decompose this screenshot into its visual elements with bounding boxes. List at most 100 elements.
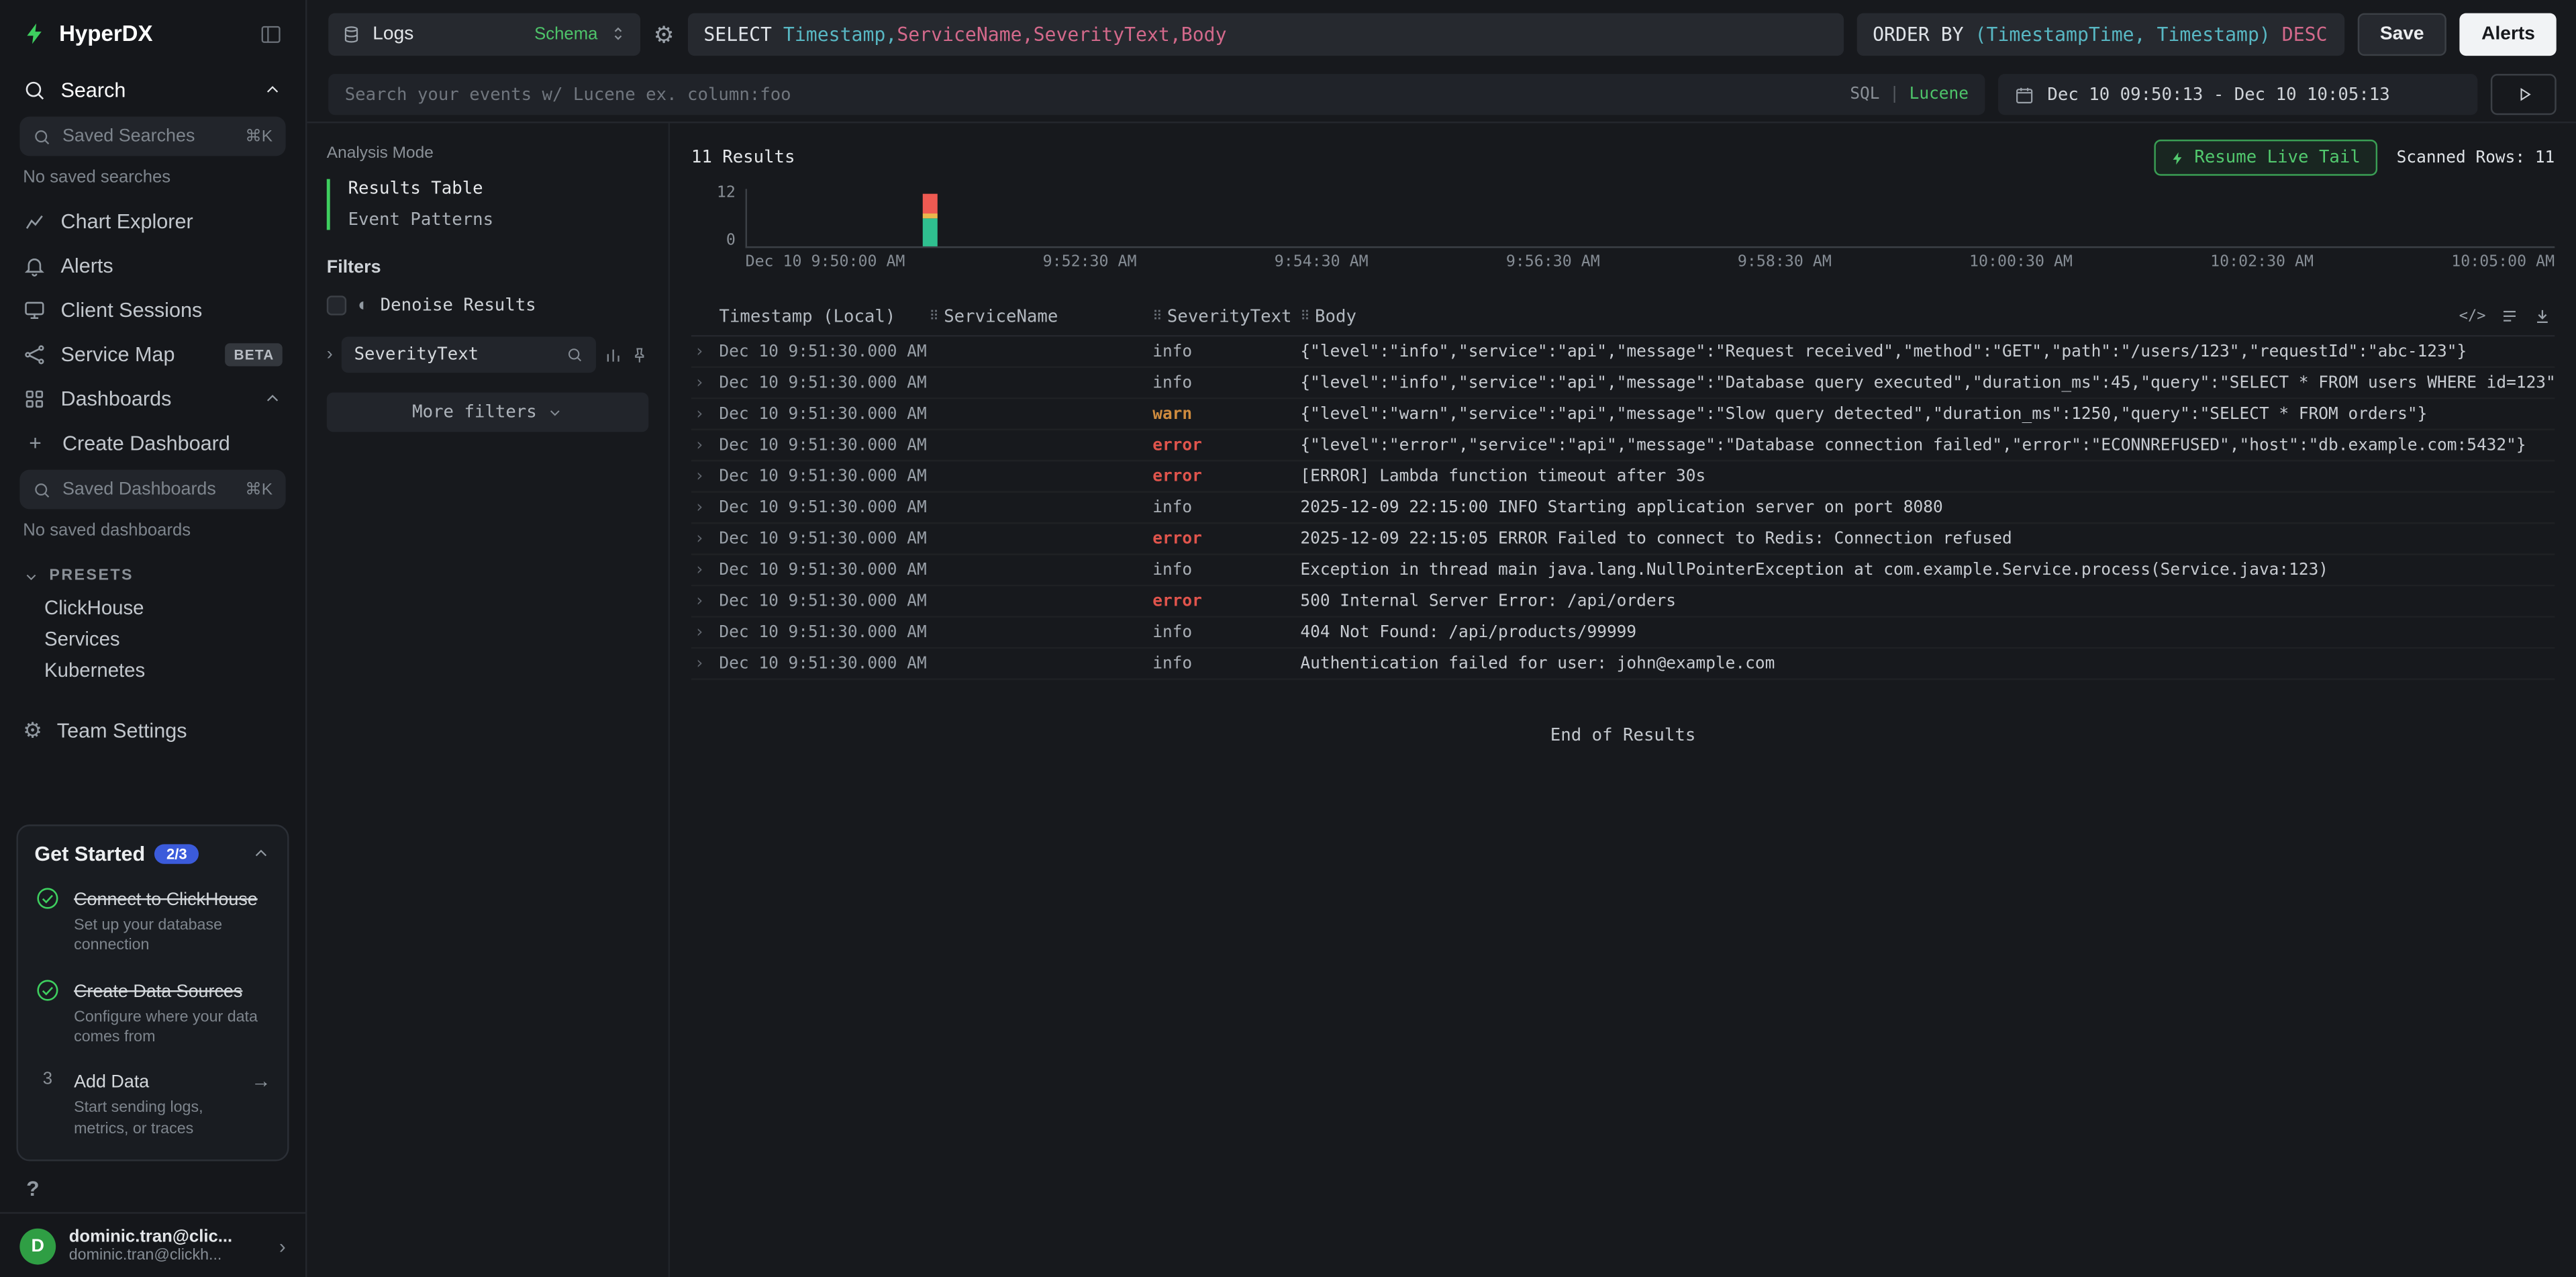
expand-row-icon[interactable]: › bbox=[695, 655, 705, 673]
sidebar-item-label: Search bbox=[61, 78, 126, 101]
sidebar-item-chart-explorer[interactable]: Chart Explorer bbox=[0, 199, 305, 243]
download-icon[interactable] bbox=[2533, 307, 2551, 325]
create-dashboard-button[interactable]: + Create Dashboard bbox=[0, 420, 305, 465]
chevron-up-icon[interactable] bbox=[251, 844, 270, 863]
select-clause-input[interactable]: SELECT Timestamp,ServiceName,SeverityTex… bbox=[687, 12, 1843, 55]
cell-severity: error bbox=[1152, 530, 1300, 548]
mode-event-patterns[interactable]: Event Patterns bbox=[348, 210, 649, 230]
denoise-results-toggle[interactable]: ◐ Denoise Results bbox=[327, 295, 648, 315]
order-by-input[interactable]: ORDER BY (TimestampTime, Timestamp) DESC bbox=[1856, 12, 2344, 55]
expand-row-icon[interactable]: › bbox=[695, 405, 705, 423]
results-panel: 11 Results Resume Live Tail Scanned Rows… bbox=[670, 123, 2576, 1277]
app-logo[interactable]: HyperDX bbox=[23, 21, 152, 46]
sidebar-item-label: Client Sessions bbox=[61, 298, 203, 321]
table-row[interactable]: › Dec 10 9:51:30.000 AM info 404 Not Fou… bbox=[691, 618, 2555, 649]
filter-search-icon[interactable] bbox=[566, 346, 583, 363]
preset-item-clickhouse[interactable]: ClickHouse bbox=[0, 592, 305, 622]
collapse-sidebar-icon[interactable] bbox=[259, 22, 282, 45]
help-button[interactable]: ? bbox=[0, 1168, 305, 1212]
table-row[interactable]: › Dec 10 9:51:30.000 AM error [ERROR] La… bbox=[691, 461, 2555, 492]
table-row[interactable]: › Dec 10 9:51:30.000 AM info {"level":"i… bbox=[691, 336, 2555, 367]
drag-handle-icon[interactable]: ⠿ bbox=[1300, 309, 1308, 324]
col-header-severitytext[interactable]: ⠿SeverityText bbox=[1152, 306, 1300, 326]
sql-column-severitytext: SeverityText, bbox=[1034, 22, 1181, 45]
code-view-icon[interactable]: </> bbox=[2459, 308, 2486, 324]
cell-timestamp: Dec 10 9:51:30.000 AM bbox=[719, 374, 929, 392]
run-query-button[interactable] bbox=[2491, 74, 2557, 115]
date-range-picker[interactable]: Dec 10 09:50:13 - Dec 10 10:05:13 bbox=[1998, 74, 2477, 115]
get-started-step-add-data[interactable]: 3 Add Data Start sending logs, metrics, … bbox=[34, 1066, 270, 1139]
alerts-button[interactable]: Alerts bbox=[2460, 12, 2556, 55]
lucene-mode-toggle[interactable]: Lucene bbox=[1910, 85, 1969, 103]
sidebar-item-service-map[interactable]: Service Map BETA bbox=[0, 332, 305, 376]
presets-label: PRESETS bbox=[49, 567, 134, 585]
expand-row-icon[interactable]: › bbox=[695, 498, 705, 516]
sidebar-item-alerts[interactable]: Alerts bbox=[0, 243, 305, 287]
drag-handle-icon[interactable]: ⠿ bbox=[1152, 309, 1160, 324]
table-row[interactable]: › Dec 10 9:51:30.000 AM error 500 Intern… bbox=[691, 586, 2555, 617]
chevron-right-icon[interactable]: › bbox=[327, 345, 333, 365]
expand-row-icon[interactable]: › bbox=[695, 342, 705, 361]
chevron-up-icon[interactable] bbox=[262, 80, 282, 99]
sidebar-header: HyperDX bbox=[0, 0, 305, 67]
preset-item-kubernetes[interactable]: Kubernetes bbox=[0, 654, 305, 685]
expand-row-icon[interactable]: › bbox=[695, 436, 705, 454]
filter-chart-icon[interactable] bbox=[604, 346, 622, 364]
saved-dashboards-input[interactable]: Saved Dashboards ⌘K bbox=[19, 470, 285, 510]
histogram-plot[interactable] bbox=[746, 189, 2555, 248]
table-row[interactable]: › Dec 10 9:51:30.000 AM info 2025-12-09 … bbox=[691, 493, 2555, 524]
table-row[interactable]: › Dec 10 9:51:30.000 AM info Authenticat… bbox=[691, 649, 2555, 679]
mode-results-table[interactable]: Results Table bbox=[348, 179, 649, 199]
save-button[interactable]: Save bbox=[2357, 12, 2447, 55]
expand-row-icon[interactable]: › bbox=[695, 467, 705, 485]
sql-mode-toggle[interactable]: SQL bbox=[1850, 85, 1879, 103]
user-menu[interactable]: D dominic.tran@clic... dominic.tran@clic… bbox=[0, 1212, 305, 1277]
col-header-timestamp[interactable]: Timestamp (Local) bbox=[719, 306, 929, 326]
step-desc: Configure where your data comes from bbox=[74, 1008, 271, 1048]
drag-handle-icon[interactable]: ⠿ bbox=[930, 309, 938, 324]
expand-row-icon[interactable]: › bbox=[695, 561, 705, 579]
sidebar-item-client-sessions[interactable]: Client Sessions bbox=[0, 287, 305, 332]
cell-timestamp: Dec 10 9:51:30.000 AM bbox=[719, 561, 929, 579]
severity-filter-pill[interactable]: SeverityText bbox=[341, 336, 596, 373]
get-started-step-connect[interactable]: Connect to ClickHouse Set up your databa… bbox=[34, 884, 270, 957]
cell-timestamp: Dec 10 9:51:30.000 AM bbox=[719, 342, 929, 361]
table-row[interactable]: › Dec 10 9:51:30.000 AM warn {"level":"w… bbox=[691, 399, 2555, 430]
sidebar-item-search[interactable]: Search bbox=[0, 67, 305, 111]
cell-body: Exception in thread main java.lang.NullP… bbox=[1300, 561, 2555, 579]
table-row[interactable]: › Dec 10 9:51:30.000 AM info {"level":"i… bbox=[691, 368, 2555, 399]
chevron-up-icon[interactable] bbox=[262, 389, 282, 408]
bar-segment-error bbox=[922, 193, 937, 213]
table-row[interactable]: › Dec 10 9:51:30.000 AM info Exception i… bbox=[691, 555, 2555, 586]
expand-row-icon[interactable]: › bbox=[695, 374, 705, 392]
saved-searches-input[interactable]: Saved Searches ⌘K bbox=[19, 117, 285, 156]
col-header-servicename[interactable]: ⠿ServiceName bbox=[930, 306, 1153, 326]
expand-row-icon[interactable]: › bbox=[695, 530, 705, 548]
col-header-body[interactable]: ⠿Body bbox=[1300, 306, 2555, 326]
app-root: HyperDX Search Saved Searches ⌘K No save… bbox=[0, 0, 2576, 1277]
preset-item-services[interactable]: Services bbox=[0, 622, 305, 653]
denoise-checkbox[interactable] bbox=[327, 295, 346, 315]
source-selector[interactable]: Logs Schema bbox=[328, 12, 640, 55]
sidebar-item-dashboards[interactable]: Dashboards bbox=[0, 376, 305, 420]
content: Analysis Mode Results Table Event Patter… bbox=[307, 123, 2576, 1277]
expand-row-icon[interactable]: › bbox=[695, 623, 705, 641]
sidebar-bottom: Get Started 2/3 Connect to ClickHouse Se… bbox=[0, 811, 305, 1277]
expand-row-icon[interactable]: › bbox=[695, 592, 705, 610]
resume-live-tail-button[interactable]: Resume Live Tail bbox=[2153, 140, 2377, 176]
event-search-wrap: SQL | Lucene bbox=[328, 74, 1985, 115]
pin-icon[interactable] bbox=[630, 346, 648, 364]
more-filters-button[interactable]: More filters bbox=[327, 393, 648, 432]
source-settings-gear-icon[interactable]: ⚙ bbox=[654, 22, 675, 45]
sidebar-item-team-settings[interactable]: ⚙ Team Settings bbox=[0, 708, 305, 752]
row-density-icon[interactable] bbox=[2501, 307, 2519, 325]
histogram-bar[interactable] bbox=[922, 193, 937, 246]
get-started-header[interactable]: Get Started 2/3 bbox=[34, 843, 270, 865]
table-row[interactable]: › Dec 10 9:51:30.000 AM error {"level":"… bbox=[691, 430, 2555, 461]
presets-toggle[interactable]: PRESETS bbox=[0, 552, 305, 592]
calendar-icon bbox=[2014, 85, 2034, 104]
event-search-input[interactable] bbox=[345, 85, 1850, 104]
get-started-step-sources[interactable]: Create Data Sources Configure where your… bbox=[34, 975, 270, 1048]
table-row[interactable]: › Dec 10 9:51:30.000 AM error 2025-12-09… bbox=[691, 524, 2555, 555]
query-language-toggle: SQL | Lucene bbox=[1850, 85, 1969, 103]
